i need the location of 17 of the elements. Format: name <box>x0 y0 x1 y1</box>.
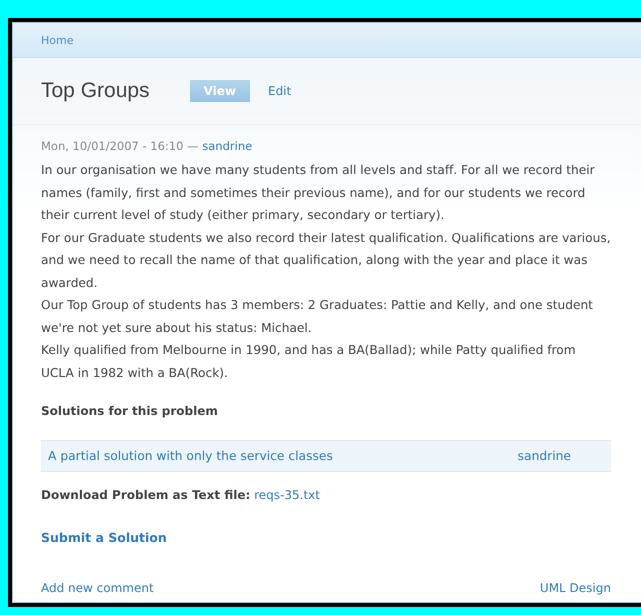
body-paragraph: Our Top Group of students has 3 members: 2 Graduates: Pattie and Kelly, and one student we're not yet sure about his status: Michael. <box>41 297 594 336</box>
solutions-heading: Solutions for this problem <box>41 404 219 418</box>
home-link[interactable]: Home <box>41 34 74 46</box>
page-title: Top Groups <box>41 79 150 103</box>
file-link[interactable]: reqs-35.txt <box>254 488 320 502</box>
submit-solution-link[interactable]: Submit a Solution <box>41 530 611 545</box>
body-paragraph: Kelly qualified from Melbourne in 1990, and has a BA(Ballad); while Patty qualified from UCLA in 1982 with a BA(Rock). <box>41 342 577 382</box>
body-paragraph: In our organisation we have many students from all levels and staff. For all we record their names (family, first and sometimes their previous name), and for our students we record their current level of study (either primary, secondary or tertiary). <box>41 162 596 224</box>
footer-link[interactable]: UML Design <box>540 581 611 595</box>
post-date: Mon, 10/01/2007 - 16:10 — <box>41 139 199 153</box>
tab[interactable]: Edit <box>254 80 306 102</box>
body-paragraph: For our Graduate students we also record their latest qualification. Qualifications are various, and we need to recall the name of that qualification, along with the year and place it was awarded. <box>41 230 611 292</box>
download-label: Download Problem as Text file: <box>41 488 250 502</box>
solution-link[interactable]: A partial solution with only the service classes <box>48 449 333 463</box>
author-link[interactable]: sandrine <box>202 139 252 153</box>
author-link[interactable]: sandrine <box>518 449 571 463</box>
footer-link[interactable]: Add new comment <box>41 581 154 595</box>
